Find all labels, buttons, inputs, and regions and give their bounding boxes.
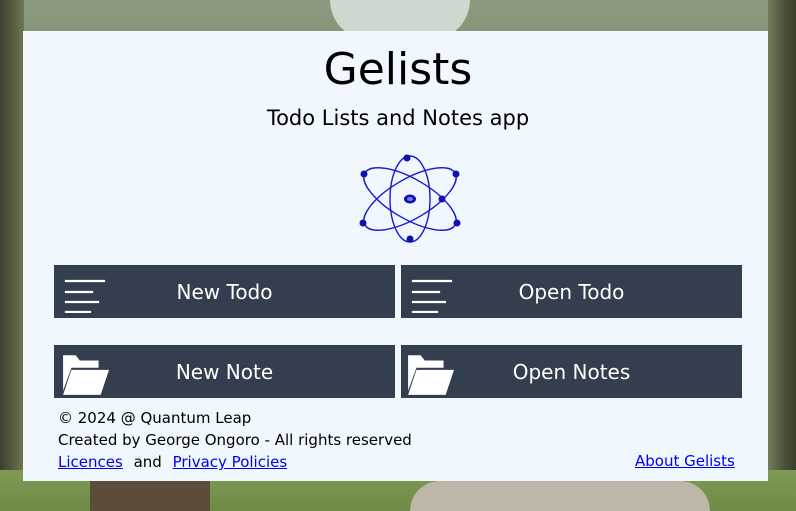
open-todo-button[interactable]: Open Todo <box>401 265 742 318</box>
background-road <box>410 481 710 511</box>
about-gelists-link[interactable]: About Gelists <box>635 452 735 470</box>
app-subtitle: Todo Lists and Notes app <box>266 106 530 130</box>
atom-icon <box>359 154 461 243</box>
new-todo-button[interactable]: New Todo <box>54 265 395 318</box>
created-by-text: Created by George Ongoro - All rights re… <box>58 431 412 449</box>
privacy-policies-link[interactable]: Privacy Policies <box>173 453 288 471</box>
legal-links: Licences and Privacy Policies <box>58 453 287 471</box>
new-note-label: New Note <box>175 359 274 384</box>
licences-link[interactable]: Licences <box>58 453 123 471</box>
open-notes-button[interactable]: Open Notes <box>401 345 742 398</box>
and-text: and <box>133 453 162 471</box>
open-notes-label: Open Notes <box>512 359 631 384</box>
new-note-button[interactable]: New Note <box>54 345 395 398</box>
app-title: Gelists <box>323 44 473 95</box>
copyright-text: © 2024 @ Quantum Leap <box>58 409 252 427</box>
open-todo-label: Open Todo <box>518 279 625 304</box>
background-trunk <box>90 481 210 511</box>
new-todo-label: New Todo <box>176 279 273 304</box>
